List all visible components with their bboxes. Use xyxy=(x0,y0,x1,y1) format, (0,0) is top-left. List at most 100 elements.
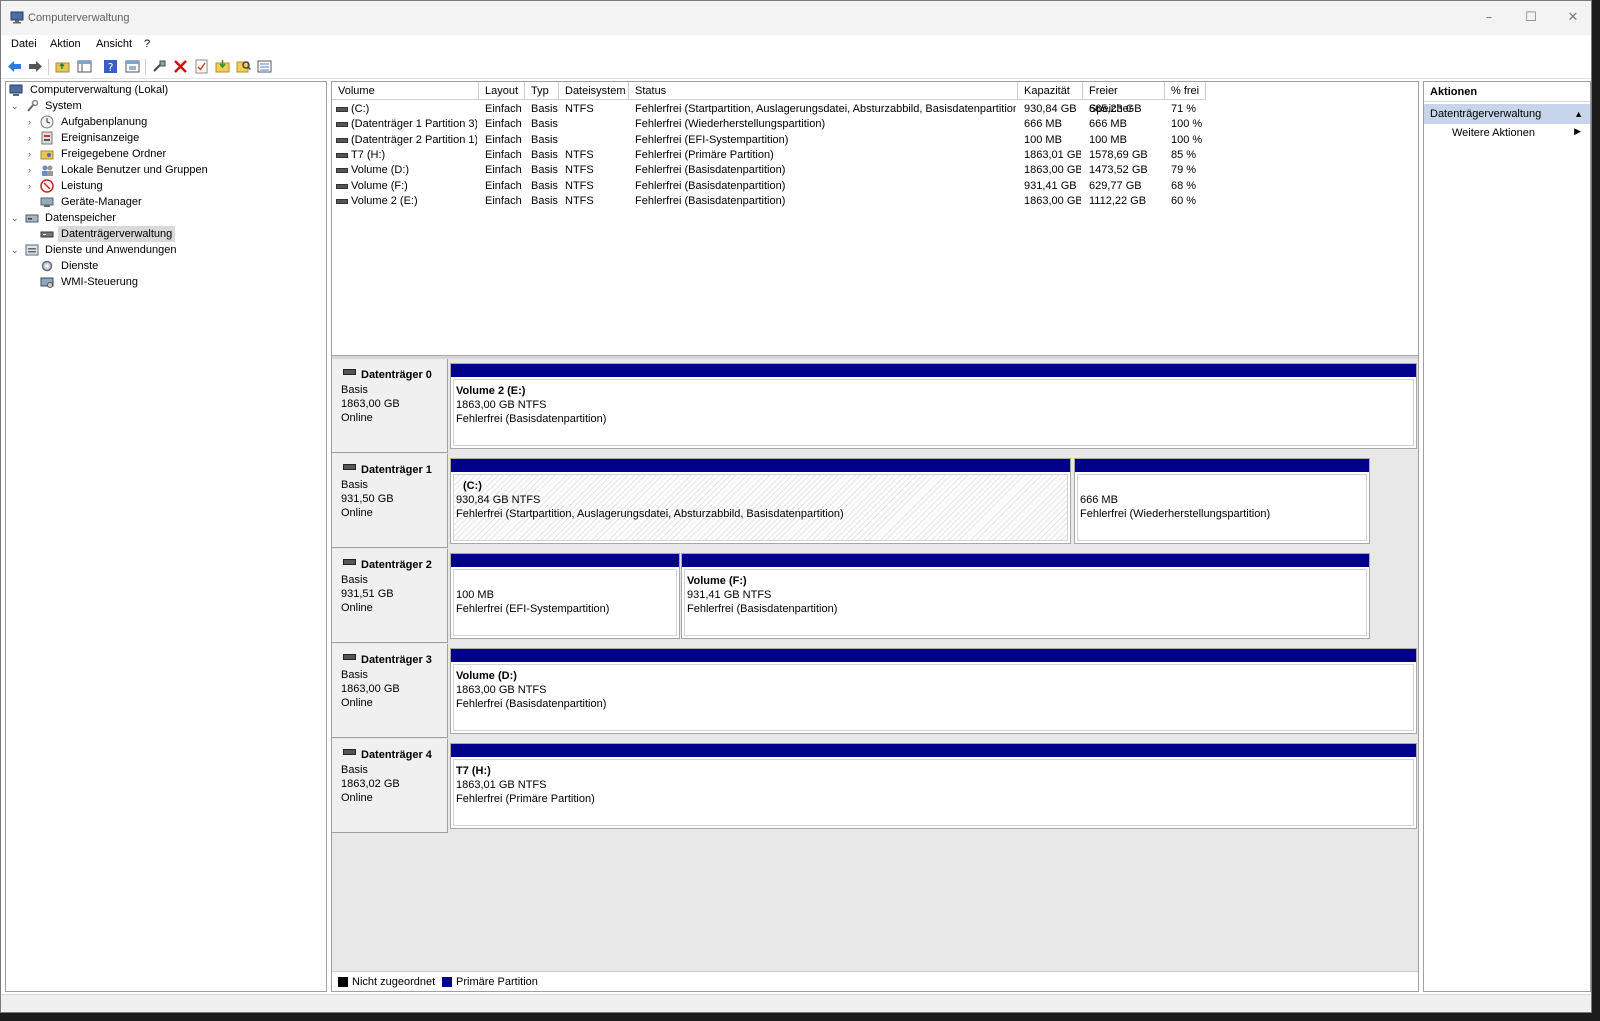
cell-freier-speicher: 1473,52 GB xyxy=(1089,164,1148,177)
disk-info-4[interactable]: Datenträger 4 Basis 1863,02 GB Online xyxy=(332,739,448,833)
disk-size: 1863,00 GB xyxy=(341,398,400,410)
chevron-right-icon[interactable]: › xyxy=(28,146,38,162)
back-arrow-icon[interactable] xyxy=(6,58,23,75)
disk-info-2[interactable]: Datenträger 2 Basis 931,51 GB Online xyxy=(332,549,448,643)
disk-type: Basis xyxy=(341,764,368,776)
volume-icon xyxy=(336,168,348,174)
menu-help[interactable]: ? xyxy=(144,38,150,50)
cell-prozent-frei: 60 % xyxy=(1171,194,1197,207)
column-header-kapazitaet[interactable]: Kapazität xyxy=(1018,82,1083,100)
disk-size: 931,51 GB xyxy=(341,588,394,600)
maximize-button[interactable]: ☐ xyxy=(1515,7,1547,29)
weitere-aktionen-link[interactable]: Weitere Aktionen xyxy=(1452,127,1535,139)
cell-typ: Basis xyxy=(531,179,558,192)
partition-title: Volume (F:) xyxy=(687,575,747,587)
minimize-button[interactable]: – xyxy=(1473,7,1505,29)
table-row[interactable]: Volume (F:) Einfach Basis NTFS Fehlerfrei (B… xyxy=(332,179,1206,194)
table-row[interactable]: (Datenträger 1 Partition 3) Einfach Basis F… xyxy=(332,117,1206,132)
chevron-right-icon[interactable]: › xyxy=(28,162,38,178)
partition-volume-2-e[interactable]: Volume 2 (E:) 1863,00 GB NTFS Fehlerfrei… xyxy=(450,363,1417,449)
chevron-down-icon[interactable]: ⌄ xyxy=(11,98,21,114)
chevron-right-icon[interactable]: › xyxy=(28,130,38,146)
table-row[interactable]: (Datenträger 2 Partition 1) Einfach Basis F… xyxy=(332,133,1206,148)
partition-size: 931,41 GB NTFS xyxy=(687,589,772,601)
chevron-right-icon[interactable]: › xyxy=(28,178,38,194)
volume-list: Volume Layout Typ Dateisystem Status Kap… xyxy=(332,82,1418,355)
table-row[interactable]: (C:) Einfach Basis NTFS Fehlerfrei (Startpar… xyxy=(332,102,1206,117)
cell-prozent-frei: 71 % xyxy=(1171,103,1197,115)
up-folder-icon[interactable] xyxy=(54,58,71,75)
partition-status: Fehlerfrei (Basisdatenpartition) xyxy=(687,603,838,615)
partition-volume-f[interactable]: Volume (F:) 931,41 GB NTFS Fehlerfrei (B… xyxy=(681,553,1370,639)
column-header-status[interactable]: Status xyxy=(629,82,1018,100)
cell-layout: Einfach xyxy=(485,164,522,177)
column-header-dateisystem[interactable]: Dateisystem xyxy=(559,82,629,100)
column-header-typ[interactable]: Typ xyxy=(525,82,559,100)
table-row[interactable]: Volume 2 (E:) Einfach Basis NTFS Fehlerfrei … xyxy=(332,194,1206,209)
partition-volume-d[interactable]: Volume (D:) 1863,00 GB NTFS Fehlerfrei (… xyxy=(450,648,1417,734)
computer-icon xyxy=(9,83,23,97)
disk-info-1[interactable]: Datenträger 1 Basis 931,50 GB Online xyxy=(332,454,448,548)
list-view-icon[interactable] xyxy=(256,58,273,75)
help-icon[interactable]: ? xyxy=(102,58,119,75)
actions-pane: Aktionen Datenträgerverwaltung ▲ Weitere… xyxy=(1423,81,1591,992)
menu-ansicht[interactable]: Ansicht xyxy=(96,38,132,50)
column-header-prozent-frei[interactable]: % frei xyxy=(1165,82,1206,100)
table-row[interactable]: T7 (H:) Einfach Basis NTFS Fehlerfrei (Primä… xyxy=(332,148,1206,163)
cell-layout: Einfach xyxy=(485,148,522,161)
disk-state: Online xyxy=(341,412,373,424)
disk-info-3[interactable]: Datenträger 3 Basis 1863,00 GB Online xyxy=(332,644,448,738)
cell-layout: Einfach xyxy=(485,194,522,207)
services-apps-icon xyxy=(25,243,39,257)
cell-dateisystem: NTFS xyxy=(565,194,594,207)
menu-bar: Datei Aktion Ansicht ? xyxy=(1,35,1591,55)
partition-title: (C:) xyxy=(463,480,482,492)
partition-size: 930,84 GB NTFS xyxy=(456,494,541,506)
window-title: Computerverwaltung xyxy=(28,12,130,24)
partition-c[interactable]: (C:) 930,84 GB NTFS Fehlerfrei (Startpar… xyxy=(450,458,1071,544)
show-tree-icon[interactable] xyxy=(76,58,93,75)
forward-arrow-icon[interactable] xyxy=(27,58,44,75)
column-header-freier-speicher[interactable]: Freier Speicher xyxy=(1083,82,1165,115)
collapse-up-icon[interactable]: ▲ xyxy=(1574,104,1583,124)
partition-efi[interactable]: 100 MB Fehlerfrei (EFI-Systempartition) xyxy=(450,553,680,639)
properties-icon[interactable] xyxy=(124,58,141,75)
partition-t7-h[interactable]: T7 (H:) 1863,01 GB NTFS Fehlerfrei (Prim… xyxy=(450,743,1417,829)
actions-section-datentraegerverwaltung[interactable]: Datenträgerverwaltung ▲ xyxy=(1424,104,1590,124)
title-bar: Computerverwaltung – ☐ ✕ xyxy=(1,1,1591,35)
disk-size: 1863,00 GB xyxy=(341,683,400,695)
partition-title: Volume (D:) xyxy=(456,670,517,682)
check-icon[interactable] xyxy=(193,58,210,75)
tree-label: Freigegebene Ordner xyxy=(61,148,167,160)
cell-volume: (C:) xyxy=(351,103,370,115)
cell-status: Fehlerfrei (Primäre Partition) xyxy=(635,148,774,161)
table-row[interactable]: Volume (D:) Einfach Basis NTFS Fehlerfrei (B… xyxy=(332,163,1206,178)
chevron-right-icon[interactable]: › xyxy=(28,114,38,130)
search-icon[interactable] xyxy=(235,58,252,75)
cell-status: Fehlerfrei (Wiederherstellungspartition) xyxy=(635,118,826,131)
chevron-down-icon[interactable]: ⌄ xyxy=(11,210,21,226)
menu-datei[interactable]: Datei xyxy=(11,38,37,50)
connect-icon[interactable] xyxy=(151,58,168,75)
column-header-volume[interactable]: Volume xyxy=(332,82,479,100)
folder-icon[interactable] xyxy=(214,58,231,75)
cell-freier-speicher: 629,77 GB xyxy=(1089,179,1142,192)
partition-color-bar xyxy=(451,744,1416,757)
delete-icon[interactable] xyxy=(172,58,189,75)
disk-type: Basis xyxy=(341,574,368,586)
tree-label: Datenträgerverwaltung xyxy=(58,226,176,242)
partition-color-bar xyxy=(451,364,1416,377)
partition-recovery[interactable]: 666 MB Fehlerfrei (Wiederherstellungspar… xyxy=(1074,458,1370,544)
volume-icon xyxy=(336,183,348,189)
cell-freier-speicher: 666 MB xyxy=(1089,118,1127,131)
partition-title: Volume 2 (E:) xyxy=(456,385,526,397)
menu-aktion[interactable]: Aktion xyxy=(50,38,81,50)
disk-type: Basis xyxy=(341,479,368,491)
column-header-layout[interactable]: Layout xyxy=(479,82,525,100)
users-icon xyxy=(40,163,54,177)
close-button[interactable]: ✕ xyxy=(1557,7,1589,29)
disk-info-0[interactable]: Datenträger 0 Basis 1863,00 GB Online xyxy=(332,359,448,453)
tools-icon xyxy=(25,99,39,113)
chevron-down-icon[interactable]: ⌄ xyxy=(11,242,21,258)
cell-volume: T7 (H:) xyxy=(351,148,386,161)
